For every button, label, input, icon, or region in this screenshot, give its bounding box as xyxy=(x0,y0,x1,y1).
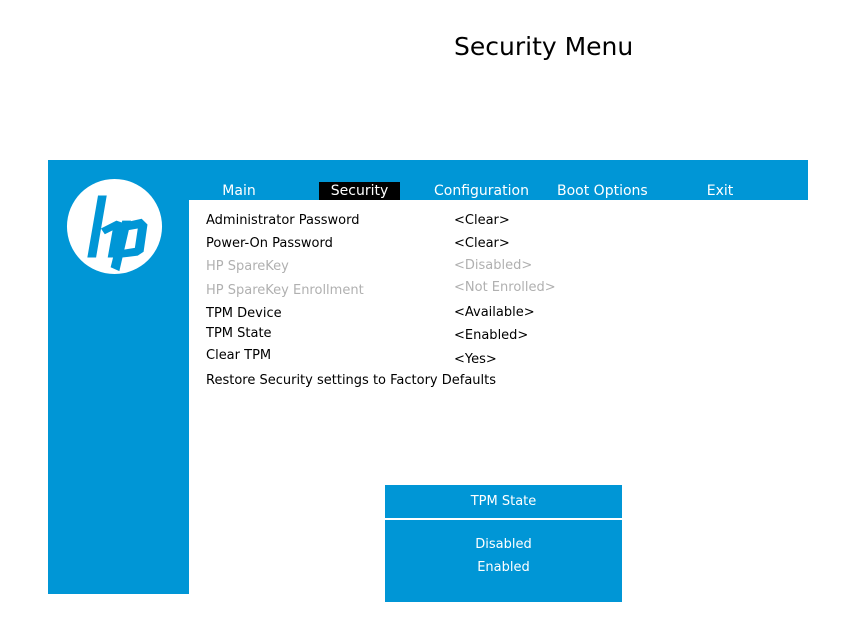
tab-exit[interactable]: Exit xyxy=(699,182,741,200)
administrator-password-value[interactable]: <Clear> xyxy=(454,213,510,228)
page-title: Security Menu xyxy=(454,32,634,61)
tab-main[interactable]: Main xyxy=(215,182,263,200)
tab-boot-options[interactable]: Boot Options xyxy=(557,182,648,200)
popup-title: TPM State xyxy=(470,494,537,509)
hp-sparekey-enrollment-value: <Not Enrolled> xyxy=(454,280,556,295)
tab-bar: Main Security Configuration Boot Options… xyxy=(189,160,808,200)
power-on-password-label[interactable]: Power-On Password xyxy=(206,236,333,251)
tpm-state-popup: TPM State Disabled Enabled xyxy=(385,485,622,602)
power-on-password-value[interactable]: <Clear> xyxy=(454,236,510,251)
clear-tpm-value[interactable]: <Yes> xyxy=(454,352,497,367)
tpm-device-value[interactable]: <Available> xyxy=(454,305,535,320)
hp-sparekey-enrollment-label: HP SpareKey Enrollment xyxy=(206,283,364,298)
clear-tpm-label[interactable]: Clear TPM xyxy=(206,348,271,363)
tpm-state-value[interactable]: <Enabled> xyxy=(454,328,528,343)
hp-logo-icon xyxy=(66,178,163,275)
sidebar xyxy=(48,160,189,594)
tpm-device-label[interactable]: TPM Device xyxy=(206,306,282,321)
tpm-state-label[interactable]: TPM State xyxy=(206,326,272,341)
tab-configuration[interactable]: Configuration xyxy=(434,182,529,200)
popup-divider xyxy=(385,518,622,520)
restore-security-defaults[interactable]: Restore Security settings to Factory Def… xyxy=(206,373,496,388)
popup-option-disabled[interactable]: Disabled xyxy=(385,537,622,552)
hp-sparekey-value: <Disabled> xyxy=(454,258,533,273)
administrator-password-label[interactable]: Administrator Password xyxy=(206,213,359,228)
hp-sparekey-label: HP SpareKey xyxy=(206,259,289,274)
tab-security[interactable]: Security xyxy=(319,182,400,200)
popup-option-enabled[interactable]: Enabled xyxy=(385,560,622,575)
